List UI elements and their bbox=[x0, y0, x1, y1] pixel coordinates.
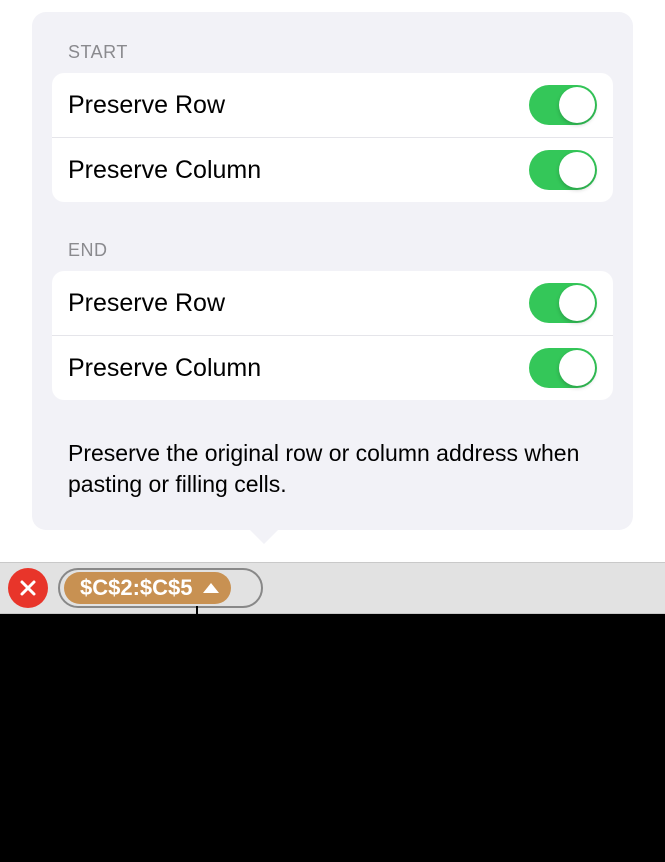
chevron-up-icon bbox=[203, 583, 219, 593]
end-preserve-column-toggle[interactable] bbox=[529, 348, 597, 388]
start-preserve-column-toggle[interactable] bbox=[529, 150, 597, 190]
content-area bbox=[0, 614, 665, 862]
popover-arrow-icon bbox=[248, 528, 280, 544]
toggle-knob bbox=[559, 87, 595, 123]
cell-reference-token[interactable]: $C$2:$C$5 bbox=[64, 572, 231, 604]
cancel-button[interactable] bbox=[8, 568, 48, 608]
cell-reference-text: $C$2:$C$5 bbox=[80, 575, 193, 601]
toggle-label: Preserve Row bbox=[68, 289, 225, 318]
end-preserve-column: Preserve Column bbox=[52, 336, 613, 400]
toggle-label: Preserve Column bbox=[68, 156, 261, 185]
end-preserve-row: Preserve Row bbox=[52, 271, 613, 336]
start-preserve-row-toggle[interactable] bbox=[529, 85, 597, 125]
callout-line bbox=[196, 606, 198, 696]
description-text: Preserve the original row or column addr… bbox=[52, 438, 613, 500]
start-preserve-row: Preserve Row bbox=[52, 73, 613, 138]
start-header: Start bbox=[52, 42, 613, 63]
start-preserve-column: Preserve Column bbox=[52, 138, 613, 202]
toggle-knob bbox=[559, 285, 595, 321]
end-preserve-row-toggle[interactable] bbox=[529, 283, 597, 323]
toggle-label: Preserve Row bbox=[68, 91, 225, 120]
end-group: Preserve Row Preserve Column bbox=[52, 271, 613, 400]
toggle-label: Preserve Column bbox=[68, 354, 261, 383]
toggle-knob bbox=[559, 152, 595, 188]
start-group: Preserve Row Preserve Column bbox=[52, 73, 613, 202]
close-icon bbox=[18, 578, 38, 598]
formula-bar: $C$2:$C$5 bbox=[0, 562, 665, 614]
preserve-popover: Start Preserve Row Preserve Column End P… bbox=[32, 12, 633, 530]
end-header: End bbox=[52, 240, 613, 261]
toggle-knob bbox=[559, 350, 595, 386]
formula-capsule[interactable]: $C$2:$C$5 bbox=[58, 568, 263, 608]
